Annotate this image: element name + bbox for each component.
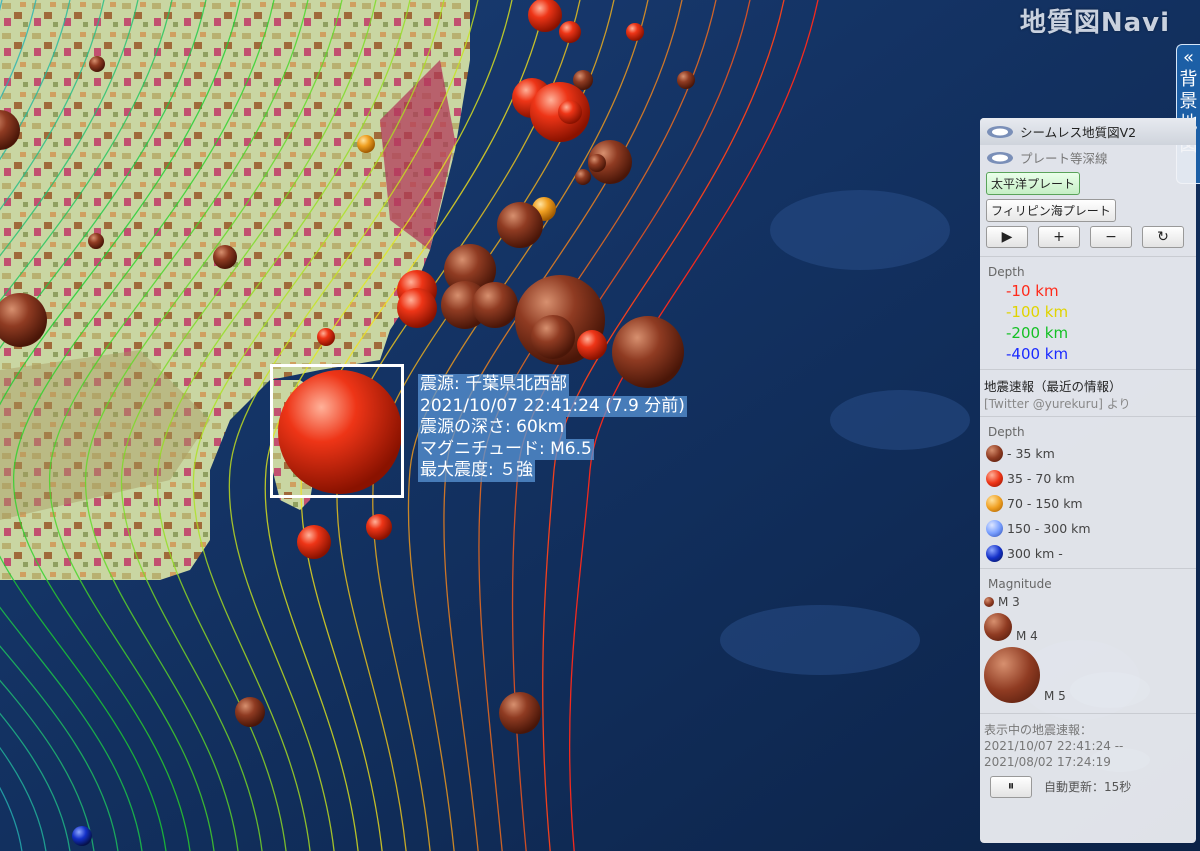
quake-marker[interactable]	[213, 245, 237, 269]
range-label: 表示中の地震速報：	[984, 723, 1093, 737]
depth-400: -400 km	[1006, 345, 1069, 363]
range-end: 2021/08/02 17:24:19	[984, 755, 1111, 769]
quake-marker[interactable]	[497, 202, 543, 248]
collapse-arrow-icon: «	[1182, 47, 1194, 68]
plate-layer-section: プレート等深線 太平洋プレート フィリピン海プレート ▶ + − ↻	[980, 145, 1196, 257]
quake-layer-source: [Twitter @yurekuru] より	[984, 397, 1131, 411]
quake-magnitude: マグニチュード: M6.5	[418, 438, 594, 460]
quake-depth-legend: Depth - 35 km 35 - 70 km 70 - 150 km 150…	[980, 417, 1196, 569]
depth-class-label: 70 - 150 km	[1007, 496, 1083, 511]
app-brand: 地質図Navi	[1019, 8, 1170, 38]
pacific-plate-button[interactable]: 太平洋プレート	[986, 172, 1081, 195]
quake-marker[interactable]	[472, 282, 518, 328]
refresh-button[interactable]: ↻	[1142, 226, 1184, 248]
quake-depth-label: Depth	[988, 425, 1025, 439]
quake-marker[interactable]	[558, 100, 582, 124]
plate-layer-title: プレート等深線	[1020, 151, 1108, 166]
auto-update-label: 自動更新：15秒	[1044, 780, 1132, 794]
quake-range-section: 表示中の地震速報： 2021/10/07 22:41:24 -- 2021/08…	[980, 714, 1196, 802]
quake-marker[interactable]	[88, 233, 104, 249]
depth-brown-ball-icon	[986, 445, 1003, 462]
quake-marker[interactable]	[357, 135, 375, 153]
quake-marker[interactable]	[235, 697, 265, 727]
depth-class-label: - 35 km	[1007, 446, 1055, 461]
depth-10: -10 km	[1006, 282, 1059, 300]
depth-class-label: 150 - 300 km	[1007, 521, 1091, 536]
zoom-out-button[interactable]: −	[1090, 226, 1132, 248]
m4-ball-icon	[984, 613, 1012, 641]
quake-marker[interactable]	[72, 826, 92, 846]
plate-depth-legend: Depth -10 km -100 km -200 km -400 km	[980, 257, 1196, 370]
depth-100: -100 km	[1006, 303, 1069, 321]
depth-red-ball-icon	[986, 470, 1003, 487]
quake-marker[interactable]	[499, 692, 541, 734]
quake-epicenter: 震源: 千葉県北西部	[418, 374, 570, 396]
gsj-logo-icon	[987, 125, 1013, 138]
quake-marker[interactable]	[366, 514, 392, 540]
quake-marker[interactable]	[575, 169, 591, 185]
layer-seamless-header[interactable]: シームレス地質図V2	[980, 118, 1196, 145]
magnitude-label: Magnitude	[988, 577, 1052, 591]
quake-depth: 震源の深さ: 60km	[418, 417, 567, 439]
quake-intensity: 最大震度: ５強	[418, 460, 536, 482]
m3-label: M 3	[998, 595, 1020, 609]
quake-marker[interactable]	[317, 328, 335, 346]
quake-time: 2021/10/07 22:41:24 (7.9 分前)	[418, 395, 687, 417]
depth-blue-ball-icon	[986, 545, 1003, 562]
quake-marker[interactable]	[397, 288, 437, 328]
m5-label: M 5	[1044, 689, 1066, 703]
gsj-logo-icon	[987, 151, 1013, 164]
m5-ball-icon	[984, 647, 1040, 703]
philippine-plate-button[interactable]: フィリピン海プレート	[986, 199, 1116, 222]
layer-panel: シームレス地質図V2 プレート等深線 太平洋プレート フィリピン海プレート ▶ …	[980, 118, 1196, 843]
selected-quake-box[interactable]	[270, 364, 404, 498]
depth-lightblue-ball-icon	[986, 520, 1003, 537]
quake-marker[interactable]	[297, 525, 331, 559]
pause-button[interactable]: ⏸	[990, 776, 1032, 798]
range-start: 2021/10/07 22:41:24 --	[984, 739, 1124, 753]
quake-layer-title: 地震速報（最近の情報）	[984, 379, 1122, 394]
quake-marker[interactable]	[677, 71, 695, 89]
quake-marker[interactable]	[559, 21, 581, 43]
depth-orange-ball-icon	[986, 495, 1003, 512]
m4-label: M 4	[1016, 629, 1038, 643]
quake-marker[interactable]	[626, 23, 644, 41]
plate-controls: ▶ + − ↻	[980, 224, 1196, 252]
zoom-in-button[interactable]: +	[1038, 226, 1080, 248]
quake-marker[interactable]	[577, 330, 607, 360]
plate-depth-label: Depth	[988, 265, 1025, 279]
quake-marker[interactable]	[89, 56, 105, 72]
magnitude-legend: Magnitude M 3 M 4 M 5	[980, 569, 1196, 714]
quake-layer-header[interactable]: 地震速報（最近の情報） [Twitter @yurekuru] より	[980, 370, 1196, 417]
play-button[interactable]: ▶	[986, 226, 1028, 248]
depth-class-label: 35 - 70 km	[1007, 471, 1075, 486]
depth-class-label: 300 km -	[1007, 546, 1063, 561]
m3-ball-icon	[984, 597, 994, 607]
layer-seamless-title: シームレス地質図V2	[1020, 125, 1137, 140]
depth-200: -200 km	[1006, 324, 1069, 342]
quake-info-tooltip: 震源: 千葉県北西部 2021/10/07 22:41:24 (7.9 分前) …	[418, 374, 687, 482]
quake-marker[interactable]	[531, 315, 575, 359]
quake-marker[interactable]	[588, 154, 606, 172]
